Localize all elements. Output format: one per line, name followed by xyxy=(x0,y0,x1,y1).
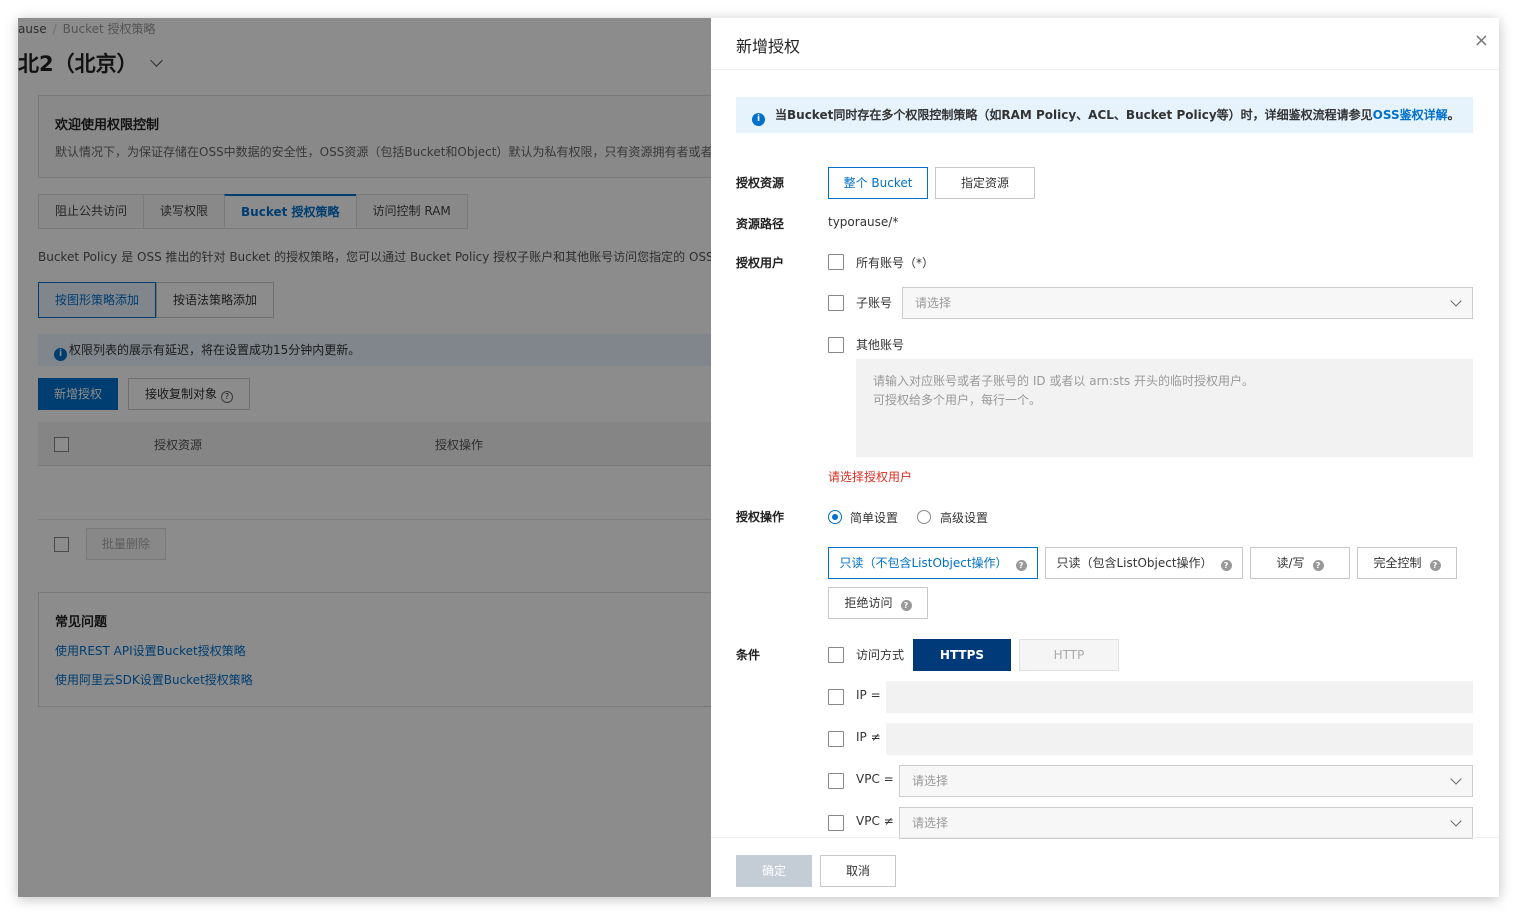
ip-eq-input[interactable] xyxy=(886,681,1473,713)
vpc-ne-label: VPC ≠ xyxy=(856,814,894,828)
cancel-button[interactable]: 取消 xyxy=(820,855,896,887)
help-icon[interactable]: ? xyxy=(1015,560,1027,571)
drawer-title: 新增授权 xyxy=(736,37,801,56)
help-icon[interactable]: ? xyxy=(1220,560,1232,571)
chevron-down-icon xyxy=(1450,815,1462,827)
perm-read-write-label: 读/写 xyxy=(1276,556,1305,570)
chevron-down-icon xyxy=(1450,295,1462,307)
specified-resource-option[interactable]: 指定资源 xyxy=(935,167,1035,199)
all-accounts-checkbox[interactable] xyxy=(828,254,844,270)
ip-ne-label: IP ≠ xyxy=(856,730,881,744)
help-icon[interactable]: ? xyxy=(1429,560,1441,571)
help-icon[interactable]: ? xyxy=(1312,560,1324,571)
other-account-input[interactable]: 请输入对应账号或者子账号的 ID 或者以 arn:sts 开头的临时授权用户。 … xyxy=(856,359,1473,457)
all-accounts-label: 所有账号（*） xyxy=(856,256,935,270)
perm-deny[interactable]: 拒绝访问? xyxy=(828,587,928,619)
perm-read-write[interactable]: 读/写? xyxy=(1250,547,1350,579)
vpc-eq-select[interactable]: 请选择 xyxy=(899,765,1473,797)
ip-eq-checkbox[interactable] xyxy=(828,689,844,705)
perm-readonly-list[interactable]: 只读（包含ListObject操作）? xyxy=(1045,547,1243,579)
advanced-mode-radio[interactable] xyxy=(917,510,931,524)
perm-readonly-no-list[interactable]: 只读（不包含ListObject操作）? xyxy=(828,547,1038,579)
other-account-placeholder-1: 请输入对应账号或者子账号的 ID 或者以 arn:sts 开头的临时授权用户。 xyxy=(873,374,1254,388)
path-label: 资源路径 xyxy=(736,217,785,231)
ip-eq-label: IP = xyxy=(856,688,881,702)
help-icon[interactable]: ? xyxy=(900,600,912,611)
close-icon[interactable]: × xyxy=(1474,32,1489,50)
vpc-eq-placeholder: 请选择 xyxy=(912,774,949,788)
perm-full-control[interactable]: 完全控制? xyxy=(1357,547,1457,579)
screen: ause / Bucket 授权策略 北2（北京） 欢迎使用权限控制 默认情况下，为… xyxy=(18,18,1499,897)
vpc-ne-select[interactable]: 请选择 xyxy=(899,807,1473,839)
http-option[interactable]: HTTP xyxy=(1019,639,1119,671)
vpc-ne-checkbox[interactable] xyxy=(828,815,844,831)
vpc-eq-label: VPC = xyxy=(856,772,894,786)
perm-full-control-label: 完全控制 xyxy=(1373,556,1422,570)
other-account-checkbox[interactable] xyxy=(828,337,844,353)
access-method-checkbox[interactable] xyxy=(828,647,844,663)
oss-auth-link[interactable]: OSS鉴权详解 xyxy=(1373,108,1448,122)
users-label: 授权用户 xyxy=(736,256,785,270)
sub-account-checkbox[interactable] xyxy=(828,295,844,311)
drawer-body: i 当Bucket同时存在多个权限控制策略（如RAM Policy、ACL、Buc… xyxy=(711,70,1499,839)
ip-ne-input[interactable] xyxy=(886,723,1473,755)
vpc-eq-checkbox[interactable] xyxy=(828,773,844,789)
add-authorization-drawer: 新增授权 × i 当Bucket同时存在多个权限控制策略（如RAM Policy、… xyxy=(711,18,1499,897)
whole-bucket-option[interactable]: 整个 Bucket xyxy=(828,167,928,199)
https-option[interactable]: HTTPS xyxy=(913,639,1011,671)
ip-ne-checkbox[interactable] xyxy=(828,731,844,747)
other-account-placeholder-2: 可授权给多个用户，每行一个。 xyxy=(873,393,1042,407)
background-page: ause / Bucket 授权策略 北2（北京） 欢迎使用权限控制 默认情况下，为… xyxy=(18,18,711,897)
vpc-ne-placeholder: 请选择 xyxy=(912,816,949,830)
path-value: typorause/* xyxy=(828,215,899,229)
info-icon: i xyxy=(752,113,765,126)
users-error: 请选择授权用户 xyxy=(828,470,913,484)
drawer-footer: 确定 取消 xyxy=(711,837,1499,897)
sub-account-label: 子账号 xyxy=(856,296,893,310)
perm-readonly-list-label: 只读（包含ListObject操作） xyxy=(1056,556,1213,570)
other-account-label: 其他账号 xyxy=(856,338,905,352)
drawer-header: 新增授权 × xyxy=(711,18,1499,70)
operation-label: 授权操作 xyxy=(736,510,785,524)
simple-mode-radio[interactable] xyxy=(828,510,842,524)
access-method-label: 访问方式 xyxy=(856,648,905,662)
sub-account-select[interactable]: 请选择 xyxy=(902,287,1473,319)
alert-text: 当Bucket同时存在多个权限控制策略（如RAM Policy、ACL、Buck… xyxy=(775,108,1373,122)
alert-end: 。 xyxy=(1447,108,1460,122)
modal-overlay[interactable] xyxy=(18,18,711,897)
conditions-label: 条件 xyxy=(736,648,761,662)
confirm-button[interactable]: 确定 xyxy=(736,855,812,887)
policy-alert: i 当Bucket同时存在多个权限控制策略（如RAM Policy、ACL、Buc… xyxy=(736,97,1473,133)
perm-deny-label: 拒绝访问 xyxy=(844,596,893,610)
chevron-down-icon xyxy=(1450,773,1462,785)
resource-label: 授权资源 xyxy=(736,176,785,190)
sub-account-placeholder: 请选择 xyxy=(915,296,952,310)
simple-mode-label: 简单设置 xyxy=(850,511,899,525)
perm-readonly-no-list-label: 只读（不包含ListObject操作） xyxy=(839,556,1008,570)
advanced-mode-label: 高级设置 xyxy=(940,511,989,525)
